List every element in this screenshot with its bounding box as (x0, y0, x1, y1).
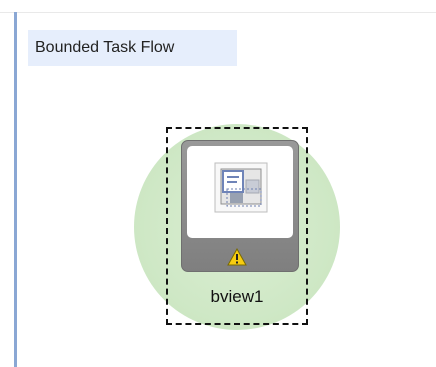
view-activity-tile[interactable] (181, 140, 299, 272)
left-rail (14, 12, 17, 367)
view-activity-face (187, 146, 293, 238)
top-edge (0, 0, 436, 13)
activity-label[interactable]: bview1 (170, 286, 304, 308)
warning-icon (227, 248, 247, 266)
view-activity-icon (214, 162, 268, 213)
task-flow-title: Bounded Task Flow (28, 30, 237, 66)
diagram-canvas[interactable]: Bounded Task Flow bview1 (0, 0, 436, 367)
view-activity-node[interactable]: bview1 (134, 124, 340, 330)
